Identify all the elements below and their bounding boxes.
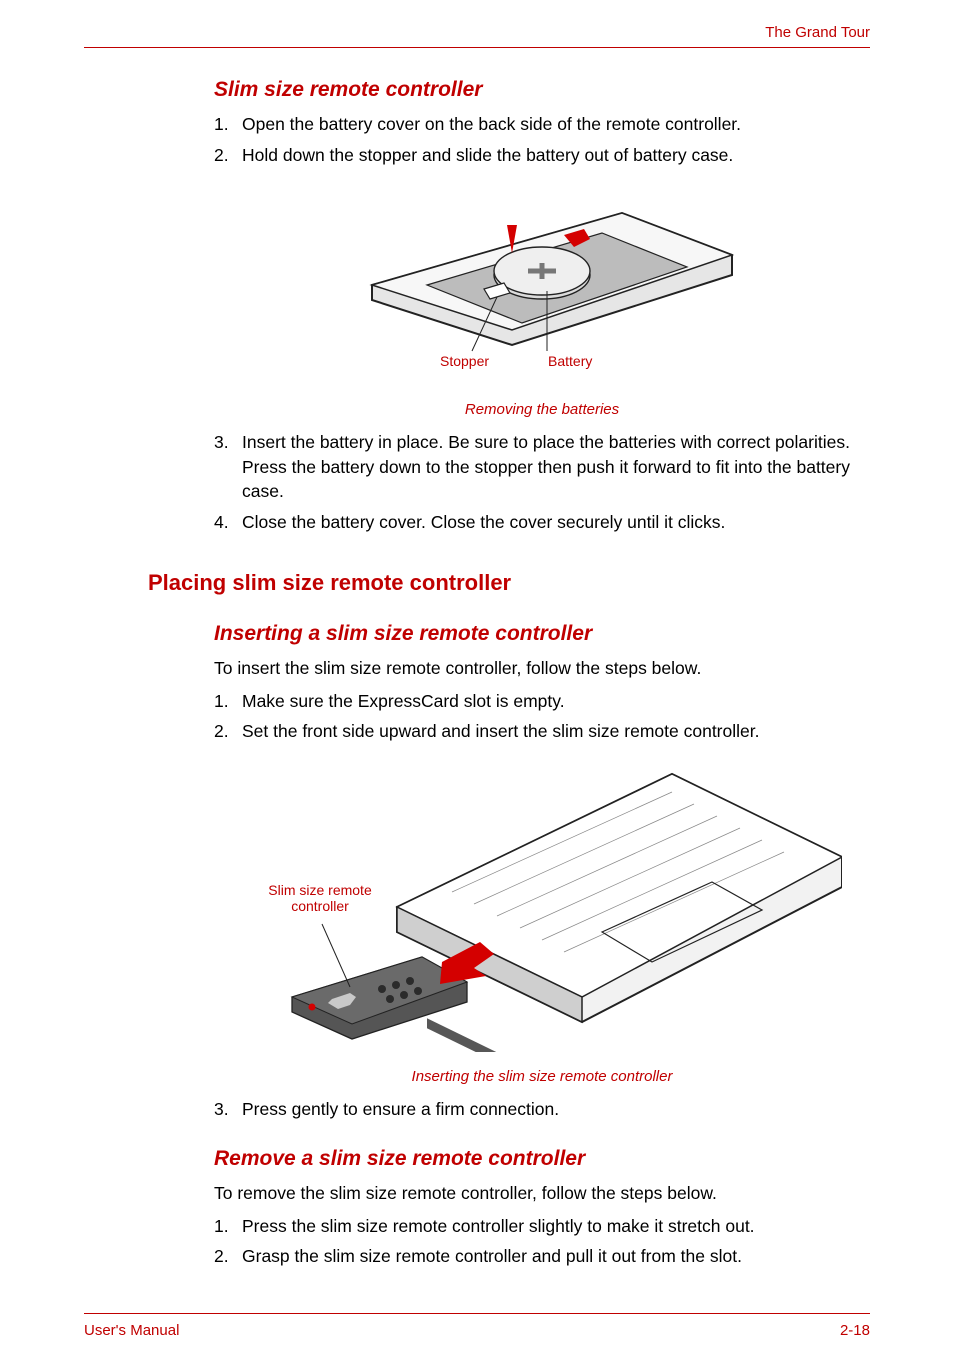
heading-remove-remote: Remove a slim size remote controller xyxy=(214,1147,870,1171)
figure-removing-batteries: Stopper Battery Removing the batteries xyxy=(214,185,870,418)
list-item: 1.Open the battery cover on the back sid… xyxy=(214,112,870,137)
footer-right: 2-18 xyxy=(840,1322,870,1339)
heading-inserting-remote: Inserting a slim size remote controller xyxy=(214,622,870,646)
chapter-title: The Grand Tour xyxy=(84,24,870,41)
callout-stopper: Stopper xyxy=(440,353,489,369)
list-item: 2.Hold down the stopper and slide the ba… xyxy=(214,143,870,168)
figure-caption-1: Removing the batteries xyxy=(214,401,870,418)
page-footer: User's Manual 2-18 xyxy=(84,1313,870,1339)
list-item: 3.Insert the battery in place. Be sure t… xyxy=(214,430,870,504)
list-item: 4.Close the battery cover. Close the cov… xyxy=(214,510,870,535)
page-header: The Grand Tour xyxy=(84,24,870,48)
steps-list-2a: 1.Make sure the ExpressCard slot is empt… xyxy=(214,689,870,744)
footer-left: User's Manual xyxy=(84,1322,179,1339)
heading-placing-slim-remote: Placing slim size remote controller xyxy=(148,570,870,596)
steps-list-1a: 1.Open the battery cover on the back sid… xyxy=(214,112,870,167)
intro-inserting: To insert the slim size remote controlle… xyxy=(214,656,870,681)
steps-list-remove: 1.Press the slim size remote controller … xyxy=(214,1214,870,1269)
figure-caption-2: Inserting the slim size remote controlle… xyxy=(214,1068,870,1085)
callout-slim-remote: Slim size remote controller xyxy=(260,882,380,916)
steps-list-1b: 3.Insert the battery in place. Be sure t… xyxy=(214,430,870,534)
intro-remove: To remove the slim size remote controlle… xyxy=(214,1181,870,1206)
battery-diagram-icon xyxy=(332,185,752,370)
list-item: 1.Make sure the ExpressCard slot is empt… xyxy=(214,689,870,714)
list-item: 2.Grasp the slim size remote controller … xyxy=(214,1244,870,1269)
list-item: 1.Press the slim size remote controller … xyxy=(214,1214,870,1239)
heading-slim-size-remote: Slim size remote controller xyxy=(214,78,870,102)
callout-battery: Battery xyxy=(548,353,592,369)
steps-list-2b: 3.Press gently to ensure a firm connecti… xyxy=(214,1097,870,1122)
list-item: 2.Set the front side upward and insert t… xyxy=(214,719,870,744)
list-item: 3.Press gently to ensure a firm connecti… xyxy=(214,1097,870,1122)
figure-inserting-remote: Slim size remote controller Inserting th… xyxy=(214,762,870,1085)
